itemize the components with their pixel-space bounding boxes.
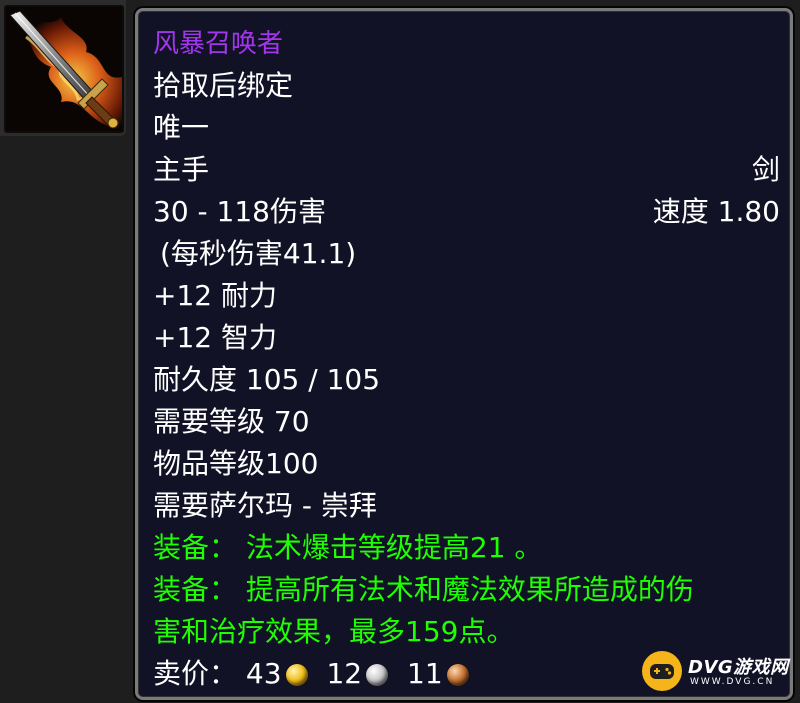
item-tooltip: 风暴召唤者 拾取后绑定 唯一 主手 剑 30 - 118伤害 速度 1.80 (… bbox=[135, 8, 793, 700]
copper-coin-icon bbox=[446, 664, 469, 686]
weapon-type: 剑 bbox=[751, 153, 780, 186]
damage-row: 30 - 118伤害 速度 1.80 bbox=[153, 192, 780, 232]
sell-silver-amount: 12 bbox=[326, 657, 363, 690]
bind-type: 拾取后绑定 bbox=[153, 69, 294, 102]
flaming-sword-icon bbox=[4, 5, 124, 133]
sell-price-label: 卖价： bbox=[153, 657, 238, 690]
damage-range: 30 - 118伤害 bbox=[153, 195, 326, 228]
attack-speed: 速度 1.80 bbox=[652, 195, 780, 228]
item-name: 风暴召唤者 bbox=[153, 29, 284, 59]
sell-copper-amount: 11 bbox=[407, 657, 443, 690]
site-watermark: DVG游戏网 WWW.DVG.CN bbox=[642, 643, 792, 699]
unique-tag: 唯一 bbox=[153, 111, 210, 144]
gold-coin-icon bbox=[285, 664, 308, 686]
equip-effect-2-line1: 装备： 提高所有法术和魔法效果所造成的伤 bbox=[153, 573, 694, 606]
stat-intellect: +12 智力 bbox=[153, 321, 277, 354]
durability: 耐久度 105 / 105 bbox=[153, 363, 381, 396]
required-level: 需要等级 70 bbox=[153, 405, 310, 438]
stat-stamina: +12 耐力 bbox=[153, 279, 277, 312]
sell-gold-amount: 43 bbox=[245, 657, 282, 690]
required-reputation: 需要萨尔玛 - 崇拜 bbox=[153, 489, 377, 522]
equip-effect-1: 装备： 法术爆击等级提高21 。 bbox=[153, 531, 543, 564]
slot-row: 主手 剑 bbox=[153, 150, 780, 190]
silver-coin-icon bbox=[366, 664, 389, 686]
slot-label: 主手 bbox=[153, 153, 210, 186]
dps-value: (每秒伤害41.1) bbox=[160, 237, 357, 270]
item-icon-frame bbox=[0, 0, 126, 136]
gamepad-logo-icon bbox=[642, 651, 682, 691]
watermark-subtitle: WWW.DVG.CN bbox=[690, 677, 775, 687]
watermark-title: DVG游戏网 bbox=[688, 657, 789, 678]
item-level: 物品等级100 bbox=[153, 447, 319, 480]
